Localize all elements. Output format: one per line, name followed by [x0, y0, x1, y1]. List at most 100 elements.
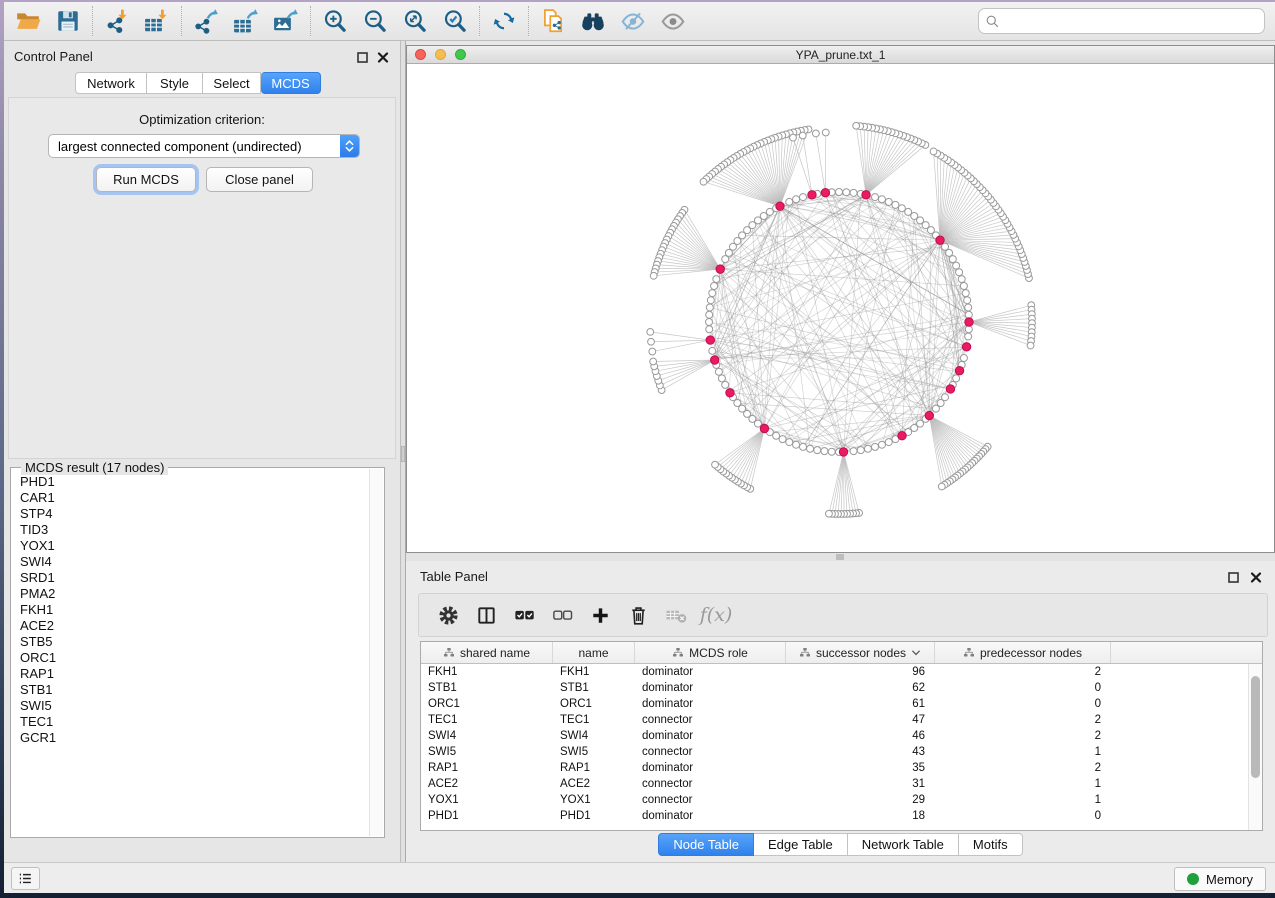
leaf-node[interactable]	[700, 178, 707, 185]
network-node[interactable]	[706, 311, 713, 318]
column-header-successor-nodes[interactable]: successor nodes	[786, 642, 935, 663]
column-header-MCDS-role[interactable]: MCDS role	[635, 642, 786, 663]
table-row[interactable]: FKH1FKH1dominator962	[421, 664, 1262, 680]
export-table-button[interactable]	[226, 4, 266, 38]
table-row[interactable]: TEC1TEC1connector472	[421, 712, 1262, 728]
mcds-node[interactable]	[706, 336, 714, 344]
network-node[interactable]	[956, 269, 963, 276]
network-node[interactable]	[709, 290, 716, 297]
table-scrollbar[interactable]	[1248, 664, 1262, 830]
table-row[interactable]: RAP1RAP1dominator352	[421, 760, 1262, 776]
network-node[interactable]	[958, 276, 965, 283]
network-node[interactable]	[711, 283, 718, 290]
mcds-result-scrollbar[interactable]	[369, 469, 383, 836]
float-table-panel-icon[interactable]	[1227, 571, 1241, 584]
leaf-node[interactable]	[712, 461, 719, 468]
mcds-result-item[interactable]: SRD1	[12, 570, 369, 586]
network-node[interactable]	[960, 283, 967, 290]
network-node[interactable]	[828, 448, 835, 455]
network-node[interactable]	[800, 194, 807, 201]
network-node[interactable]	[707, 297, 714, 304]
mcds-result-item[interactable]: STP4	[12, 506, 369, 522]
mcds-result-item[interactable]: GCR1	[12, 730, 369, 746]
table-settings-button[interactable]	[429, 597, 467, 633]
network-node[interactable]	[773, 432, 780, 439]
mcds-node[interactable]	[710, 356, 718, 364]
close-window-icon[interactable]	[415, 49, 426, 60]
vertical-splitter-grip[interactable]	[401, 446, 405, 462]
network-node[interactable]	[932, 405, 939, 412]
run-mcds-button[interactable]: Run MCDS	[96, 167, 196, 192]
table-row[interactable]: ORC1ORC1dominator610	[421, 696, 1262, 712]
network-node[interactable]	[885, 198, 892, 205]
mcds-node[interactable]	[955, 366, 963, 374]
tab-mcds[interactable]: MCDS	[261, 72, 321, 94]
leaf-node[interactable]	[647, 328, 654, 335]
horizontal-splitter-grip[interactable]	[836, 554, 844, 560]
tab-motifs[interactable]: Motifs	[959, 833, 1023, 856]
show-all-button[interactable]	[653, 4, 693, 38]
network-node[interactable]	[800, 443, 807, 450]
export-image-button[interactable]	[266, 4, 306, 38]
mcds-node[interactable]	[862, 191, 870, 199]
network-node[interactable]	[850, 189, 857, 196]
network-node[interactable]	[821, 448, 828, 455]
leaf-node[interactable]	[648, 338, 655, 345]
network-node[interactable]	[793, 441, 800, 448]
mcds-result-item[interactable]: RAP1	[12, 666, 369, 682]
network-node[interactable]	[964, 297, 971, 304]
network-canvas[interactable]	[407, 64, 1274, 552]
network-node[interactable]	[962, 290, 969, 297]
leaf-node[interactable]	[1027, 342, 1034, 349]
leaf-node[interactable]	[930, 148, 937, 155]
network-node[interactable]	[715, 368, 722, 375]
network-node[interactable]	[722, 256, 729, 263]
leaf-node[interactable]	[853, 122, 860, 129]
mcds-result-item[interactable]: PHD1	[12, 474, 369, 490]
network-node[interactable]	[953, 375, 960, 382]
zoom-out-button[interactable]	[355, 4, 395, 38]
network-node[interactable]	[779, 436, 786, 443]
tab-network[interactable]: Network	[75, 72, 147, 94]
network-node[interactable]	[706, 326, 713, 333]
mcds-node[interactable]	[716, 265, 724, 273]
mcds-node[interactable]	[962, 343, 970, 351]
network-node[interactable]	[892, 201, 899, 208]
mcds-result-item[interactable]: YOX1	[12, 538, 369, 554]
network-node[interactable]	[898, 205, 905, 212]
table-row[interactable]: SWI4SWI4dominator462	[421, 728, 1262, 744]
network-node[interactable]	[706, 319, 713, 326]
network-node[interactable]	[843, 189, 850, 196]
mcds-result-item[interactable]: SWI4	[12, 554, 369, 570]
refresh-view-button[interactable]	[484, 4, 524, 38]
table-row[interactable]: YOX1YOX1connector291	[421, 792, 1262, 808]
network-window-titlebar[interactable]: YPA_prune.txt_1	[407, 46, 1274, 64]
network-node[interactable]	[709, 347, 716, 354]
table-row[interactable]: SWI5SWI5connector431	[421, 744, 1262, 760]
network-node[interactable]	[871, 443, 878, 450]
network-node[interactable]	[718, 375, 725, 382]
close-panel-icon[interactable]	[376, 51, 390, 64]
open-session-button[interactable]	[8, 4, 48, 38]
mcds-result-item[interactable]: CAR1	[12, 490, 369, 506]
mcds-node[interactable]	[760, 424, 768, 432]
mcds-result-item[interactable]: SWI5	[12, 698, 369, 714]
leaf-node[interactable]	[650, 272, 657, 279]
hide-all-columns-button[interactable]	[543, 597, 581, 633]
toggle-panel-layout-button[interactable]	[467, 597, 505, 633]
mcds-node[interactable]	[808, 191, 816, 199]
column-header-predecessor-nodes[interactable]: predecessor nodes	[935, 642, 1111, 663]
close-table-panel-icon[interactable]	[1249, 571, 1263, 584]
mcds-result-item[interactable]: TID3	[12, 522, 369, 538]
network-node[interactable]	[857, 447, 864, 454]
network-node[interactable]	[953, 262, 960, 269]
mcds-node[interactable]	[776, 202, 784, 210]
network-node[interactable]	[766, 208, 773, 215]
zoom-in-button[interactable]	[315, 4, 355, 38]
import-network-button[interactable]	[97, 4, 137, 38]
mcds-result-item[interactable]: TEC1	[12, 714, 369, 730]
network-node[interactable]	[836, 189, 843, 196]
leaf-node[interactable]	[790, 134, 797, 141]
network-node[interactable]	[946, 249, 953, 256]
network-node[interactable]	[864, 445, 871, 452]
